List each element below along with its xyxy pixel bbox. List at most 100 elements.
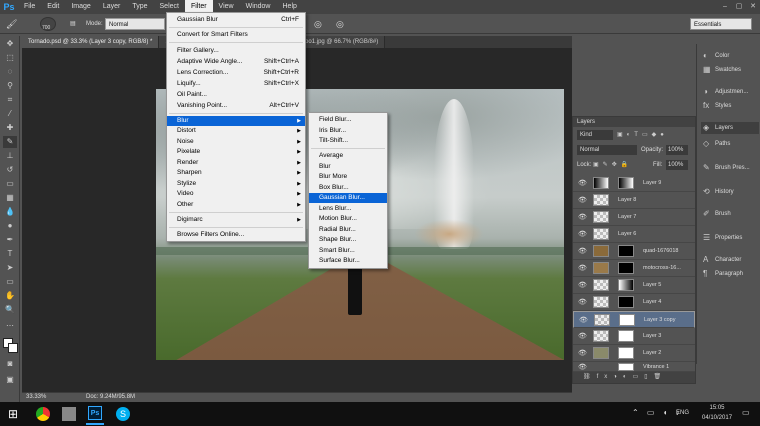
- visibility-eye-icon[interactable]: 👁: [578, 332, 587, 340]
- lasso-tool-icon[interactable]: ◌: [3, 66, 17, 78]
- menu-type[interactable]: Type: [126, 0, 153, 14]
- layer-row[interactable]: 👁 motocross-16...: [573, 260, 695, 277]
- filter-gallery[interactable]: Filter Gallery...: [167, 46, 305, 56]
- brush-tool-icon[interactable]: ✎: [3, 136, 17, 148]
- workspace-select[interactable]: Essentials: [690, 18, 752, 30]
- clock-time[interactable]: 15:05: [702, 405, 732, 411]
- zoom-tool-icon[interactable]: 🔍: [3, 304, 17, 316]
- panel-layers[interactable]: ◈ Layers: [701, 122, 759, 134]
- panel-character[interactable]: A Character: [701, 254, 759, 266]
- brush-tool-icon[interactable]: 🖌: [6, 18, 17, 30]
- layer-row[interactable]: 👁 Layer 7: [573, 209, 695, 226]
- filter-lens-correction[interactable]: Lens Correction... Shift+Ctrl+R: [167, 68, 305, 78]
- visibility-eye-icon[interactable]: 👁: [578, 213, 587, 221]
- notifications-icon[interactable]: ▭: [742, 408, 750, 417]
- blur-blur[interactable]: Blur: [309, 162, 387, 172]
- visibility-eye-icon[interactable]: 👁: [578, 196, 587, 204]
- filter-adaptive-wide-angle[interactable]: Adaptive Wide Angle... Shift+Ctrl+A: [167, 57, 305, 67]
- panel-brush[interactable]: ✐ Brush: [701, 208, 759, 220]
- language-indicator[interactable]: ENG: [676, 410, 689, 416]
- pen-tool-icon[interactable]: ✒: [3, 234, 17, 246]
- blur-tilt-shift[interactable]: Tilt-Shift...: [309, 136, 387, 146]
- filter-browse-online[interactable]: Browse Filters Online...: [167, 230, 305, 240]
- history-brush-tool-icon[interactable]: ↺: [3, 164, 17, 176]
- visibility-eye-icon[interactable]: 👁: [578, 264, 587, 272]
- layer-filter-kind[interactable]: Kind: [577, 130, 613, 140]
- filter-oil-paint[interactable]: Oil Paint...: [167, 90, 305, 100]
- blur-radial[interactable]: Radial Blur...: [309, 225, 387, 235]
- shape-tool-icon[interactable]: ▭: [3, 276, 17, 288]
- layer-row[interactable]: 👁 Layer 8: [573, 192, 695, 209]
- filter-video[interactable]: Video ▶: [167, 189, 305, 199]
- hand-tool-icon[interactable]: ✋: [3, 290, 17, 302]
- filter-pixelate[interactable]: Pixelate ▶: [167, 147, 305, 157]
- zoom-level[interactable]: 33.33%: [26, 394, 46, 400]
- airbrush-icon[interactable]: ◎: [314, 18, 322, 30]
- layer-row[interactable]: 👁 Layer 4: [573, 294, 695, 311]
- quick-select-tool-icon[interactable]: ⚲: [3, 80, 17, 92]
- panel-brush-presets[interactable]: ✎ Brush Pres...: [701, 162, 759, 174]
- tab-tornado[interactable]: Tornado.psd @ 33.3% (Layer 3 copy, RGB/8…: [22, 36, 160, 48]
- menu-layer[interactable]: Layer: [97, 0, 127, 14]
- panel-paragraph[interactable]: ¶ Paragraph: [701, 268, 759, 280]
- blur-surface[interactable]: Surface Blur...: [309, 256, 387, 266]
- visibility-eye-icon[interactable]: 👁: [578, 298, 587, 306]
- filter-last-filter[interactable]: Gaussian Blur Ctrl+F: [167, 15, 305, 25]
- close-button[interactable]: ✕: [746, 0, 760, 14]
- filter-noise[interactable]: Noise ▶: [167, 137, 305, 147]
- panel-history[interactable]: ⟲ History: [701, 186, 759, 198]
- blur-tool-icon[interactable]: 💧: [3, 206, 17, 218]
- filter-liquify[interactable]: Liquify... Shift+Ctrl+X: [167, 79, 305, 89]
- panel-styles[interactable]: fx Styles: [701, 100, 759, 112]
- layer-row[interactable]: 👁 quad-1676018: [573, 243, 695, 260]
- menu-edit[interactable]: Edit: [41, 0, 65, 14]
- blur-motion[interactable]: Motion Blur...: [309, 214, 387, 224]
- layer-row[interactable]: 👁 Layer 9: [573, 175, 695, 192]
- file-explorer-icon[interactable]: [62, 407, 76, 421]
- pressure-icon[interactable]: ◎: [336, 18, 344, 30]
- visibility-eye-icon[interactable]: 👁: [578, 247, 587, 255]
- blur-average[interactable]: Average: [309, 151, 387, 161]
- menu-image[interactable]: Image: [65, 0, 96, 14]
- visibility-eye-icon[interactable]: 👁: [579, 316, 588, 324]
- visibility-eye-icon[interactable]: 👁: [578, 281, 587, 289]
- blur-more[interactable]: Blur More: [309, 172, 387, 182]
- eyedropper-tool-icon[interactable]: ⁄: [3, 108, 17, 120]
- move-tool-icon[interactable]: ✥: [3, 38, 17, 50]
- fill-input[interactable]: 100%: [666, 160, 688, 170]
- background-color-swatch[interactable]: [8, 343, 18, 353]
- path-select-tool-icon[interactable]: ➤: [3, 262, 17, 274]
- panel-swatches[interactable]: ▦ Swatches: [701, 64, 759, 76]
- skype-icon[interactable]: S: [116, 407, 130, 421]
- layer-row[interactable]: 👁 Layer 3 copy: [573, 311, 695, 328]
- photoshop-taskbar-icon[interactable]: Ps: [88, 406, 102, 420]
- visibility-eye-icon[interactable]: 👁: [578, 179, 587, 187]
- edit-toolbar-icon[interactable]: ⋯: [3, 320, 17, 332]
- blur-gaussian[interactable]: Gaussian Blur...: [309, 193, 387, 203]
- filter-render[interactable]: Render ▶: [167, 158, 305, 168]
- filter-stylize[interactable]: Stylize ▶: [167, 179, 305, 189]
- blur-lens[interactable]: Lens Blur...: [309, 204, 387, 214]
- layer-row[interactable]: 👁 Layer 5: [573, 277, 695, 294]
- marquee-tool-icon[interactable]: ⬚: [3, 52, 17, 64]
- panel-color[interactable]: ◐ Color: [701, 50, 759, 62]
- brush-panel-icon[interactable]: ▤: [70, 18, 76, 30]
- opacity-input[interactable]: 100%: [666, 145, 688, 155]
- panel-properties[interactable]: ☰ Properties: [701, 232, 759, 244]
- layer-row[interactable]: 👁 Layer 3: [573, 328, 695, 345]
- layers-panel-title[interactable]: Layers: [573, 117, 695, 127]
- maximize-button[interactable]: ▢: [732, 0, 746, 14]
- panel-paths[interactable]: ◇ Paths: [701, 138, 759, 150]
- filter-convert-smart[interactable]: Convert for Smart Filters: [167, 30, 305, 40]
- filter-blur[interactable]: Blur ▶: [167, 116, 305, 126]
- menu-file[interactable]: File: [18, 0, 41, 14]
- blur-smart[interactable]: Smart Blur...: [309, 246, 387, 256]
- gradient-tool-icon[interactable]: ▦: [3, 192, 17, 204]
- clock-date[interactable]: 04/10/2017: [702, 415, 732, 421]
- visibility-eye-icon[interactable]: 👁: [578, 363, 587, 371]
- eraser-tool-icon[interactable]: ▭: [3, 178, 17, 190]
- mode-select[interactable]: Normal: [105, 18, 165, 30]
- layer-filter-icons[interactable]: ▣◐T▭◆●: [617, 130, 693, 140]
- windows-start-icon[interactable]: ⊞: [8, 407, 22, 421]
- blur-box[interactable]: Box Blur...: [309, 183, 387, 193]
